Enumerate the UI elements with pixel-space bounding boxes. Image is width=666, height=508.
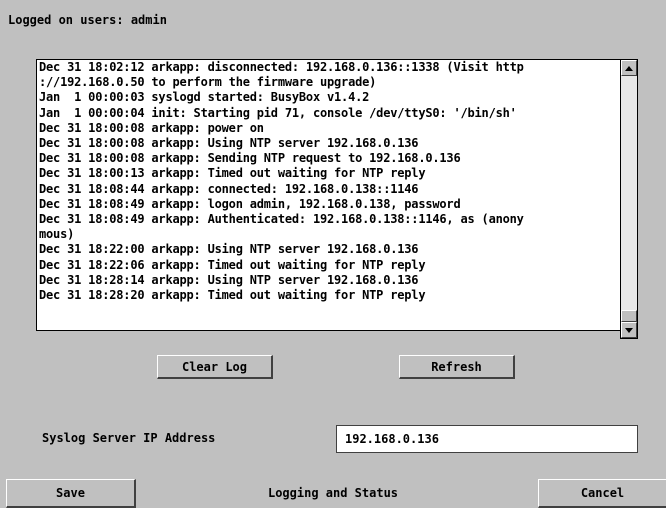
window-top-edge	[0, 0, 666, 3]
arrow-up-icon	[625, 65, 633, 71]
log-line: Dec 31 18:00:08 arkapp: Using NTP server…	[39, 136, 419, 151]
log-line: Dec 31 18:08:44 arkapp: connected: 192.1…	[39, 181, 419, 196]
log-scrollbar[interactable]	[620, 59, 638, 339]
log-line: Jan 1 00:00:03 syslogd started: BusyBox …	[39, 90, 370, 105]
log-line: ://192.168.0.50 to perform the firmware …	[39, 75, 377, 90]
log-line: Dec 31 18:08:49 arkapp: logon admin, 192…	[39, 196, 461, 211]
log-line: Dec 31 18:00:08 arkapp: Sending NTP requ…	[39, 151, 461, 166]
log-text-area[interactable]: Dec 31 18:02:12 arkapp: disconnected: 19…	[36, 59, 622, 331]
log-line: Dec 31 18:08:49 arkapp: Authenticated: 1…	[39, 212, 524, 227]
clear-log-button[interactable]: Clear Log	[157, 355, 273, 379]
syslog-server-ip-input[interactable]: 192.168.0.136	[336, 425, 638, 453]
log-line: Dec 31 18:00:08 arkapp: power on	[39, 120, 264, 135]
refresh-button[interactable]: Refresh	[399, 355, 515, 379]
log-line: Dec 31 18:02:12 arkapp: disconnected: 19…	[39, 60, 524, 74]
syslog-server-label: Syslog Server IP Address	[42, 431, 216, 445]
log-line: Dec 31 18:22:06 arkapp: Timed out waitin…	[39, 257, 426, 272]
log-line: mous)	[39, 227, 75, 242]
log-line: Dec 31 18:22:00 arkapp: Using NTP server…	[39, 242, 419, 257]
scroll-down-button[interactable]	[621, 322, 637, 338]
log-line: Dec 31 18:00:13 arkapp: Timed out waitin…	[39, 166, 426, 181]
arrow-down-icon	[625, 327, 633, 333]
log-line: Dec 31 18:28:20 arkapp: Timed out waitin…	[39, 288, 426, 303]
log-line: Dec 31 18:28:14 arkapp: Using NTP server…	[39, 272, 419, 287]
scroll-thumb[interactable]	[621, 310, 637, 322]
log-line: Jan 1 00:00:04 init: Starting pid 71, co…	[39, 105, 517, 120]
scroll-up-button[interactable]	[621, 60, 637, 76]
logged-on-users-label: Logged on users: admin	[8, 13, 167, 27]
cancel-button[interactable]: Cancel	[538, 479, 666, 508]
